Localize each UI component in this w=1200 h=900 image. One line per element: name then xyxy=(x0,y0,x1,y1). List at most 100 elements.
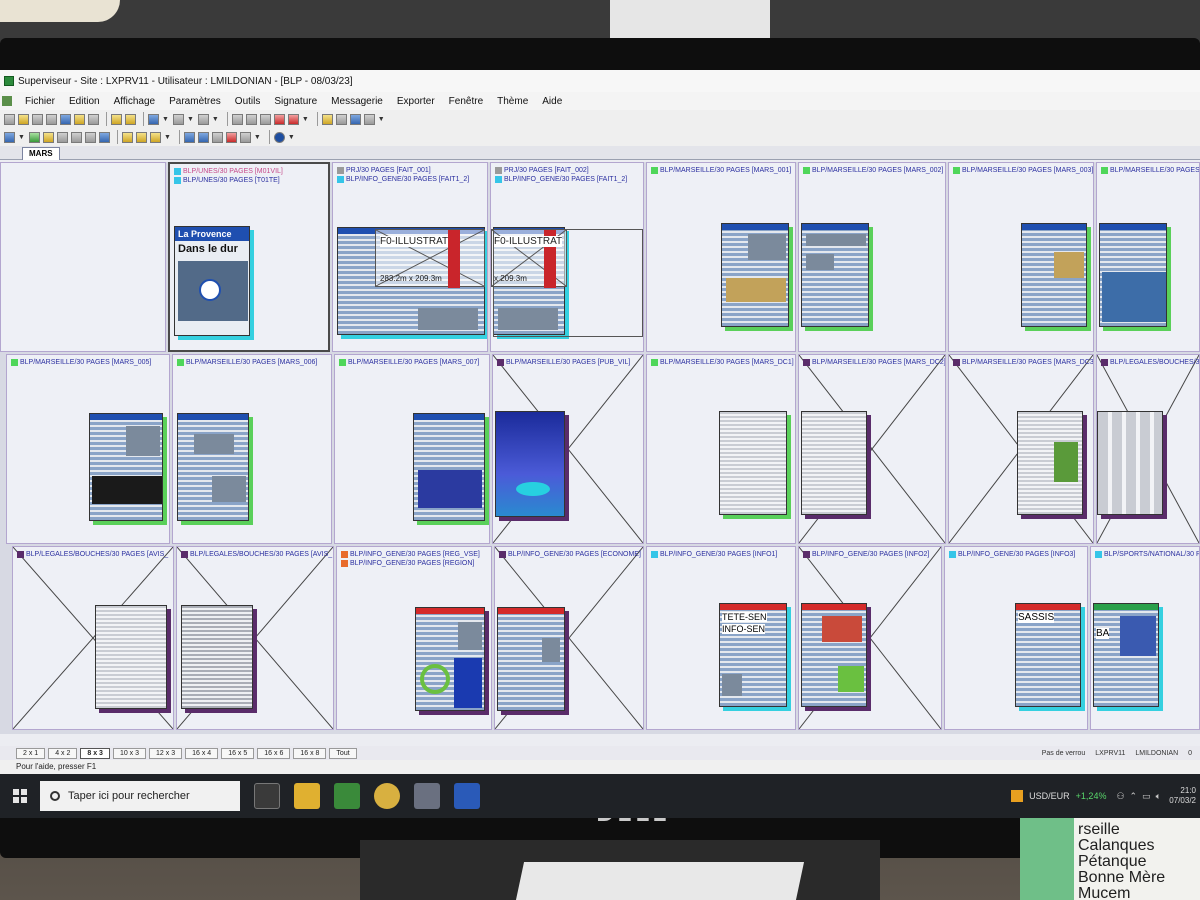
page-cell-pub-vil[interactable]: BLP/MARSEILLE/30 PAGES [PUB_VIL] xyxy=(492,354,644,544)
menu-fenetre[interactable]: Fenêtre xyxy=(442,96,490,107)
menu-parametres[interactable]: Paramètres xyxy=(162,96,228,107)
alert-icon[interactable] xyxy=(225,131,237,143)
page-cell-mars-003[interactable]: BLP/MARSEILLE/30 PAGES [MARS_003] xyxy=(948,162,1094,352)
menu-signature[interactable]: Signature xyxy=(267,96,324,107)
speaker-icon[interactable]: 🔈︎ xyxy=(1156,791,1161,802)
menu-messagerie[interactable]: Messagerie xyxy=(324,96,390,107)
page-cell-fait-001[interactable]: PRJ/30 PAGES [FAIT_001] BLP/INFO_GENE/30… xyxy=(332,162,488,352)
view-16x5-button[interactable]: 16 x 5 xyxy=(221,747,255,759)
archive-icon[interactable] xyxy=(111,113,122,125)
page-cell-econome[interactable]: BLP/INFO_GENE/30 PAGES [ECONOME] xyxy=(494,546,644,730)
page-icon[interactable] xyxy=(88,113,99,125)
page-cell-info2[interactable]: BLP/INFO_GENE/30 PAGES [INFO2] xyxy=(798,546,942,730)
page-cell-mars-007[interactable]: BLP/MARSEILLE/30 PAGES [MARS_007] xyxy=(334,354,490,544)
help-icon[interactable] xyxy=(273,131,285,143)
palette-icon[interactable] xyxy=(197,131,209,143)
folder-icon[interactable] xyxy=(42,131,54,143)
people-icon[interactable]: ⚇ xyxy=(1116,791,1124,802)
page-cell-info3[interactable]: BLP/INFO_GENE/30 PAGES [INFO3] SASSIS xyxy=(944,546,1088,730)
view-icon[interactable] xyxy=(4,131,15,143)
pencil-icon[interactable] xyxy=(321,113,333,125)
search-icon[interactable] xyxy=(56,131,68,143)
delete-icon[interactable] xyxy=(273,113,285,125)
chevron-down-icon[interactable]: ▼ xyxy=(288,134,295,141)
clock[interactable]: 21:0 07/03/2 xyxy=(1166,786,1196,806)
page-cell-region[interactable]: BLP/INFO_GENE/30 PAGES [REG_VSE] BLP/INF… xyxy=(336,546,492,730)
zoom-icon[interactable] xyxy=(70,131,82,143)
view-16x6-button[interactable]: 16 x 6 xyxy=(257,747,291,759)
page-cell-fait-002[interactable]: PRJ/30 PAGES [FAIT_002] BLP/INFO_GENE/30… xyxy=(490,162,644,352)
chevron-down-icon[interactable]: ▼ xyxy=(18,134,25,141)
list-icon[interactable] xyxy=(363,113,375,125)
print-icon[interactable] xyxy=(46,113,57,125)
view-8x3-button[interactable]: 8 x 3 xyxy=(80,747,110,759)
page-cell-mars-006[interactable]: BLP/MARSEILLE/30 PAGES [MARS_006] xyxy=(172,354,332,544)
stop-icon[interactable] xyxy=(239,131,251,143)
open-folder-icon[interactable] xyxy=(18,113,29,125)
chevron-down-icon[interactable]: ▼ xyxy=(254,134,261,141)
chevron-down-icon[interactable]: ▼ xyxy=(164,134,171,141)
page-cell-mars-002[interactable]: BLP/MARSEILLE/30 PAGES [MARS_002] xyxy=(798,162,946,352)
superviseur-app-icon[interactable] xyxy=(334,783,360,809)
page-cell-avis-1[interactable]: BLP/LEGALES/BOUCHES/30 PAGES [AVIS_ xyxy=(12,546,174,730)
chevron-down-icon[interactable]: ▼ xyxy=(378,116,385,123)
menu-aide[interactable]: Aide xyxy=(535,96,569,107)
tab-mars[interactable]: MARS xyxy=(22,147,60,160)
copy-icon[interactable] xyxy=(245,113,257,125)
file-explorer-icon[interactable] xyxy=(294,783,320,809)
grid-view-icon[interactable] xyxy=(349,113,361,125)
menu-exporter[interactable]: Exporter xyxy=(390,96,442,107)
page-cell-empty[interactable] xyxy=(0,162,166,352)
cancel-icon[interactable] xyxy=(287,113,299,125)
page-cell-sports[interactable]: BLP/SPORTS/NATIONAL/30 PAGES BA xyxy=(1090,546,1200,730)
save-icon[interactable] xyxy=(32,113,43,125)
view-all-button[interactable]: Tout xyxy=(329,747,357,759)
box-icon[interactable] xyxy=(149,131,161,143)
paste-icon[interactable] xyxy=(259,113,271,125)
chevron-down-icon[interactable]: ▼ xyxy=(212,116,219,123)
page-cell-legales[interactable]: BLP/LEGALES/BOUCHES/30 PAGES xyxy=(1096,354,1200,544)
menu-theme[interactable]: Thème xyxy=(490,96,535,107)
network-icon[interactable]: ▭ xyxy=(1142,791,1151,802)
view-2x1-button[interactable]: 2 x 1 xyxy=(16,747,46,759)
page-cell-mars-001[interactable]: BLP/MARSEILLE/30 PAGES [MARS_001] xyxy=(646,162,796,352)
cut-icon[interactable] xyxy=(231,113,243,125)
page-cell-info1[interactable]: BLP/INFO_GENE/30 PAGES [INFO1] TETE-SEN … xyxy=(646,546,796,730)
folder-open-icon[interactable] xyxy=(125,113,136,125)
view-4x2-button[interactable]: 4 x 2 xyxy=(48,747,78,759)
grid-icon[interactable] xyxy=(335,113,347,125)
export-icon[interactable] xyxy=(197,113,209,125)
color-icon[interactable] xyxy=(183,131,195,143)
table-icon[interactable] xyxy=(98,131,110,143)
pages-icon[interactable] xyxy=(148,113,159,125)
refresh-icon[interactable] xyxy=(28,131,40,143)
page-cell-mars-005[interactable]: BLP/MARSEILLE/30 PAGES [MARS_005] xyxy=(6,354,170,544)
start-button[interactable] xyxy=(0,774,40,818)
lock-app-icon[interactable] xyxy=(414,783,440,809)
page-cell-mars-dc1[interactable]: BLP/MARSEILLE/30 PAGES [MARS_DC1] xyxy=(646,354,796,544)
page-cell-m01vil[interactable]: BLP/UNES/30 PAGES [M01VIL] BLP/UNES/30 P… xyxy=(168,162,330,352)
page-cell-mars-dc3[interactable]: BLP/MARSEILLE/30 PAGES [MARS_DC3] xyxy=(948,354,1094,544)
document-copy-icon[interactable] xyxy=(172,113,184,125)
stack-icon[interactable] xyxy=(121,131,133,143)
image-icon[interactable] xyxy=(211,131,223,143)
taskbar-search[interactable]: Taper ici pour rechercher xyxy=(40,781,240,811)
view-16x8-button[interactable]: 16 x 8 xyxy=(293,747,327,759)
menu-fichier[interactable]: Fichier xyxy=(18,96,62,107)
chevron-up-icon[interactable]: ⌃ xyxy=(1130,791,1138,802)
properties-icon[interactable] xyxy=(84,131,96,143)
folder-icon[interactable] xyxy=(74,113,85,125)
menu-edition[interactable]: Edition xyxy=(62,96,107,107)
page-cell-avis-2[interactable]: BLP/LEGALES/BOUCHES/30 PAGES [AVIS_ xyxy=(176,546,334,730)
view-10x3-button[interactable]: 10 x 3 xyxy=(112,747,147,759)
new-page-icon[interactable] xyxy=(4,113,15,125)
package-icon[interactable] xyxy=(135,131,147,143)
chevron-down-icon[interactable]: ▼ xyxy=(162,116,169,123)
task-view-icon[interactable] xyxy=(254,783,280,809)
coin-app-icon[interactable] xyxy=(374,783,400,809)
chevron-down-icon[interactable]: ▼ xyxy=(187,116,194,123)
document-icon[interactable] xyxy=(2,96,12,106)
view-12x3-button[interactable]: 12 x 3 xyxy=(149,747,183,759)
page-cell-mars-dc2[interactable]: BLP/MARSEILLE/30 PAGES [MARS_DC2] xyxy=(798,354,946,544)
editor-app-icon[interactable] xyxy=(454,783,480,809)
